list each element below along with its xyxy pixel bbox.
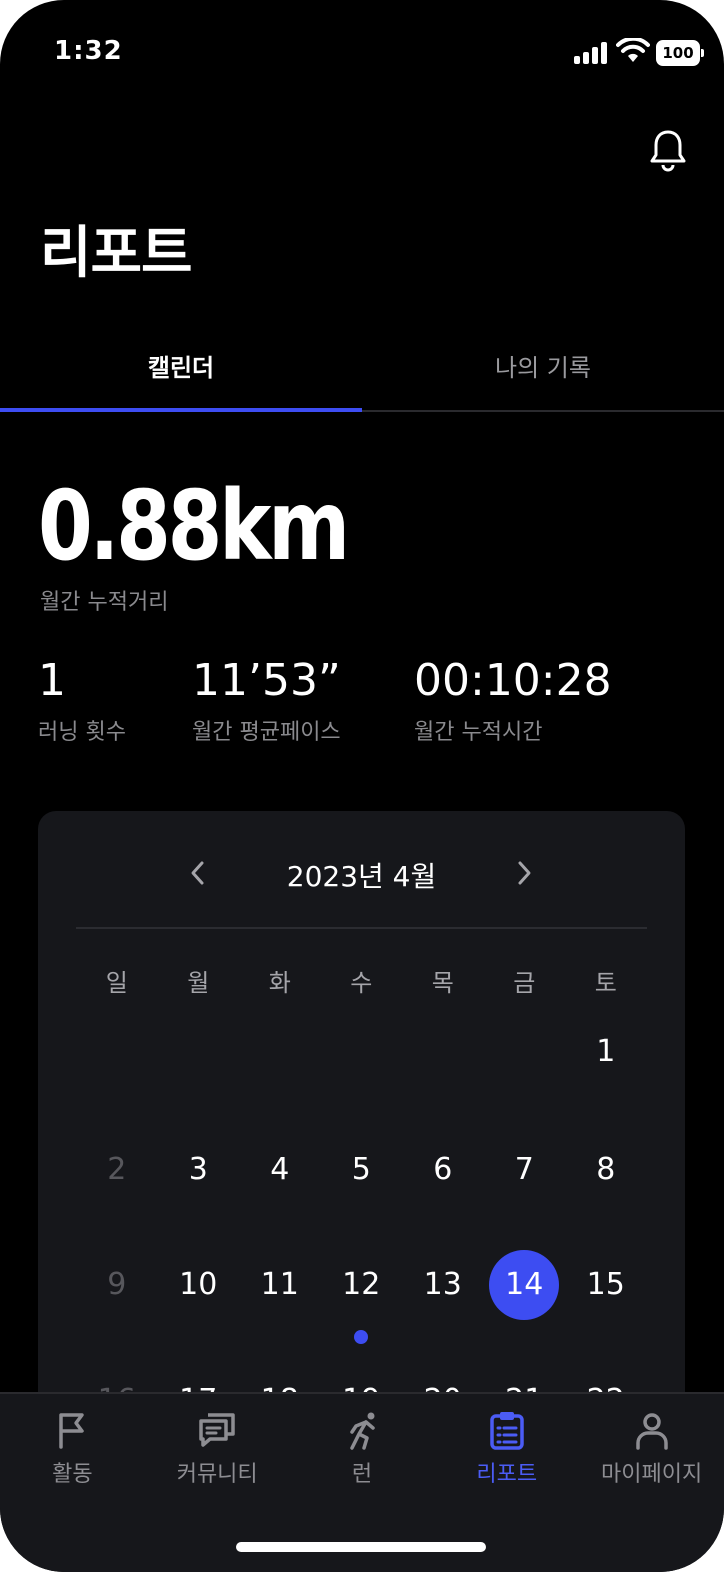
nav-community[interactable]: 커뮤니티 [145, 1410, 290, 1488]
weekday-label: 일 [105, 969, 128, 997]
calendar-day[interactable]: 11 [239, 1267, 321, 1302]
calendar-card: 2023년 4월 일월화수목금토 12345678910111213141516… [38, 811, 685, 1451]
phone-screen: 1:32 100 리포트 캘린더 나의 기록 0.88km 월간 누적거리 1 … [0, 0, 724, 1572]
calendar-day[interactable]: 4 [239, 1152, 321, 1187]
run-count-stat: 1 러닝 횟수 [38, 655, 126, 746]
tab-calendar[interactable]: 캘린더 [0, 348, 362, 383]
runner-icon [350, 1412, 375, 1450]
calendar-day-selected[interactable]: 14 [484, 1267, 566, 1302]
active-tab-indicator [0, 408, 362, 412]
calendar-day[interactable]: 7 [484, 1152, 566, 1187]
run-count-label: 러닝 횟수 [38, 720, 126, 745]
notification-bell-icon[interactable] [648, 128, 688, 172]
status-bar: 1:32 100 [0, 0, 724, 100]
calendar-day[interactable]: 10 [158, 1267, 240, 1302]
calendar-day[interactable]: 1 [565, 1034, 647, 1069]
tab-bar: 캘린더 나의 기록 [0, 330, 724, 412]
weekday-label: 화 [268, 969, 291, 997]
nav-activity[interactable]: 활동 [0, 1410, 145, 1488]
status-time: 1:32 [54, 36, 123, 66]
total-time-label: 월간 누적시간 [414, 720, 543, 745]
nav-run-label: 런 [351, 1462, 373, 1487]
weekday-label: 목 [431, 969, 454, 997]
nav-report-label: 리포트 [476, 1462, 538, 1487]
avg-pace-value: 11’53” [192, 655, 341, 706]
nav-activity-label: 활동 [52, 1462, 93, 1487]
home-indicator [236, 1542, 486, 1552]
wifi-icon [616, 38, 650, 62]
nav-mypage[interactable]: 마이페이지 [579, 1410, 724, 1488]
calendar-day[interactable]: 3 [158, 1152, 240, 1187]
person-icon [635, 1413, 668, 1450]
calendar-day[interactable]: 9 [76, 1267, 158, 1302]
nav-community-label: 커뮤니티 [176, 1462, 258, 1487]
weekday-label: 수 [350, 969, 373, 997]
calendar-month-title: 2023년 4월 [286, 860, 437, 893]
calendar-day[interactable]: 6 [402, 1152, 484, 1187]
battery-icon: 100 [656, 40, 704, 66]
weekday-label: 토 [594, 969, 617, 997]
chat-icon [199, 1413, 235, 1447]
calendar-day[interactable]: 5 [321, 1152, 403, 1187]
avg-pace-label: 월간 평균페이스 [192, 720, 341, 745]
calendar-header: 2023년 4월 [38, 811, 685, 927]
weekday-label: 월 [187, 969, 210, 997]
calendar-divider [76, 927, 647, 929]
calendar-day[interactable]: 8 [565, 1152, 647, 1187]
activity-dot [354, 1330, 369, 1344]
weekday-header: 일월화수목금토 [76, 963, 647, 1003]
calendar-day[interactable]: 13 [402, 1267, 484, 1302]
clipboard-icon [490, 1412, 524, 1450]
avg-pace-stat: 11’53” 월간 평균페이스 [192, 655, 341, 746]
nav-report[interactable]: 리포트 [434, 1410, 579, 1488]
flag-icon [59, 1413, 85, 1449]
monthly-distance-label: 월간 누적거리 [40, 590, 169, 615]
weekday-label: 금 [513, 969, 536, 997]
monthly-distance-value: 0.88km [38, 470, 350, 582]
calendar-day[interactable]: 2 [76, 1152, 158, 1187]
nav-run[interactable]: 런 [290, 1410, 435, 1488]
calendar-day[interactable]: 15 [565, 1267, 647, 1302]
total-time-value: 00:10:28 [414, 655, 612, 706]
tab-my-records[interactable]: 나의 기록 [362, 348, 724, 383]
cellular-signal-icon [574, 40, 608, 64]
nav-mypage-label: 마이페이지 [600, 1462, 703, 1487]
calendar-day[interactable]: 12 [321, 1267, 403, 1302]
total-time-stat: 00:10:28 월간 누적시간 [414, 655, 612, 746]
chevron-right-icon[interactable] [512, 859, 536, 887]
run-count-value: 1 [38, 655, 66, 706]
page-title: 리포트 [40, 221, 193, 286]
